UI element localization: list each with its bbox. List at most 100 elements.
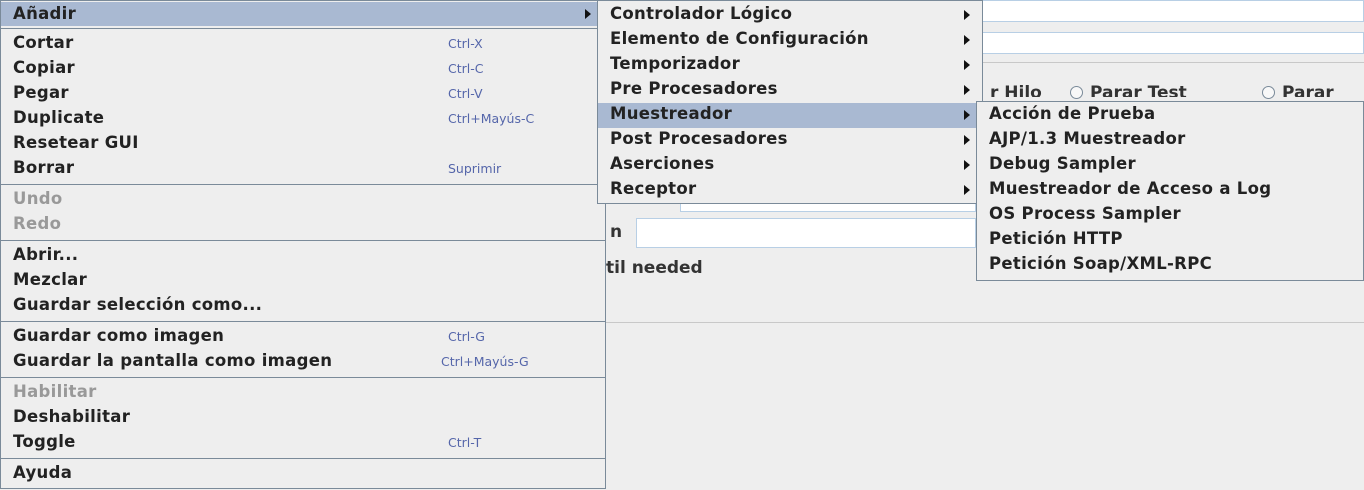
stop-now-radio[interactable] [1262,86,1275,99]
menu-item-label: Guardar selección como... [13,295,263,314]
menu-item-deshabilitar[interactable]: Deshabilitar [1,407,605,432]
panel-divider [980,62,1364,63]
menu-item-label: Resetear GUI [13,133,139,152]
menu-item-accelerator: Ctrl-T [448,435,482,450]
submenu-item-post-procesadores[interactable]: Post Procesadores [598,129,982,154]
submenu-item-pre-procesadores[interactable]: Pre Procesadores [598,79,982,104]
menu-item-accelerator: Ctrl-X [448,36,483,51]
menu-item-accelerator: Ctrl+Mayús-C [448,111,535,126]
menu-item-label: Guardar como imagen [13,326,225,345]
menu-item-cortar[interactable]: Cortar Ctrl-X [1,33,605,58]
menu-item-label: Añadir [13,4,77,23]
menu-item-label: Guardar la pantalla como imagen [13,351,333,370]
submenu-item-label: Muestreador [610,104,733,123]
menu-item-ayuda[interactable]: Ayuda [1,463,605,488]
submenu-arrow-icon [964,10,970,20]
sampler-item-label: Muestreador de Acceso a Log [989,179,1272,198]
menu-item-toggle[interactable]: Toggle Ctrl-T [1,432,605,457]
submenu-arrow-icon [964,185,970,195]
menu-item-guardar-pantalla[interactable]: Guardar la pantalla como imagen Ctrl+May… [1,351,605,376]
submenu-item-label: Aserciones [610,154,715,173]
menu-item-guardar-seleccion[interactable]: Guardar selección como... [1,295,605,320]
comments-field[interactable] [980,32,1364,54]
submenu-item-label: Controlador Lógico [610,4,793,23]
menu-item-accelerator: Ctrl+Mayús-G [441,354,529,369]
submenu-item-controlador-logico[interactable]: Controlador Lógico [598,4,982,29]
menu-item-duplicate[interactable]: Duplicate Ctrl+Mayús-C [1,108,605,133]
menu-item-label: Deshabilitar [13,407,131,426]
field-label-fragment: n [610,222,623,242]
menu-item-label: Borrar [13,158,75,177]
menu-item-label: Abrir... [13,245,79,264]
sampler-item-debug[interactable]: Debug Sampler [977,154,1363,179]
submenu-item-aserciones[interactable]: Aserciones [598,154,982,179]
submenu-arrow-icon [585,9,591,19]
sampler-item-os-process[interactable]: OS Process Sampler [977,204,1363,229]
sampler-item-peticion-http[interactable]: Petición HTTP [977,229,1363,254]
submenu-item-label: Pre Procesadores [610,79,778,98]
menu-item-label: Duplicate [13,108,105,127]
menu-item-accelerator: Ctrl-V [448,86,483,101]
menu-separator [1,321,605,322]
submenu-item-muestreador[interactable]: Muestreador [598,103,982,128]
sampler-item-ajp[interactable]: AJP/1.3 Muestreador [977,129,1363,154]
submenu-item-temporizador[interactable]: Temporizador [598,54,982,79]
menu-item-label: Habilitar [13,382,97,401]
bottom-divider [606,322,1364,323]
submenu-item-label: Receptor [610,179,697,198]
menu-item-redo: Redo [1,214,605,239]
menu-item-copiar[interactable]: Copiar Ctrl-C [1,58,605,83]
sampler-item-label: Petición Soap/XML-RPC [989,254,1212,273]
menu-separator [1,240,605,241]
submenu-item-label: Temporizador [610,54,741,73]
menu-item-accelerator: Ctrl-G [448,329,485,344]
submenu-arrow-icon [964,160,970,170]
submenu-item-label: Post Procesadores [610,129,788,148]
menu-separator [1,458,605,459]
menu-item-anadir[interactable]: Añadir [1,2,605,26]
menu-item-habilitar: Habilitar [1,382,605,407]
menu-separator [1,184,605,185]
sampler-item-acceso-log[interactable]: Muestreador de Acceso a Log [977,179,1363,204]
menu-item-label: Undo [13,189,63,208]
sampler-item-label: AJP/1.3 Muestreador [989,129,1186,148]
stop-test-radio[interactable] [1070,86,1083,99]
menu-item-mezclar[interactable]: Mezclar [1,270,605,295]
menu-item-label: Redo [13,214,62,233]
sampler-item-peticion-soap[interactable]: Petición Soap/XML-RPC [977,254,1363,279]
stop-test-label: Parar Test [1090,83,1187,103]
submenu-arrow-icon [964,110,970,120]
sampler-submenu: Acción de Prueba AJP/1.3 Muestreador Deb… [976,101,1364,281]
duration-field[interactable] [636,218,976,248]
context-menu: Añadir Cortar Ctrl-X Copiar Ctrl-C Pegar… [0,0,606,489]
menu-item-undo: Undo [1,189,605,214]
sampler-item-label: Petición HTTP [989,229,1123,248]
menu-item-label: Cortar [13,33,74,52]
menu-separator [1,28,605,29]
menu-item-borrar[interactable]: Borrar Suprimir [1,158,605,183]
menu-item-accelerator: Suprimir [448,161,502,176]
submenu-item-receptor[interactable]: Receptor [598,179,982,203]
thread-action-text: r Hilo [990,83,1042,103]
menu-item-label: Toggle [13,432,76,451]
loop-needed-text: til needed [606,258,703,278]
menu-item-resetear-gui[interactable]: Resetear GUI [1,133,605,158]
menu-item-accelerator: Ctrl-C [448,61,484,76]
sampler-item-accion-prueba[interactable]: Acción de Prueba [977,104,1363,129]
sampler-item-label: Debug Sampler [989,154,1136,173]
menu-item-label: Copiar [13,58,75,77]
submenu-item-elemento-configuracion[interactable]: Elemento de Configuración [598,29,982,54]
submenu-item-label: Elemento de Configuración [610,29,869,48]
add-submenu: Controlador Lógico Elemento de Configura… [597,0,983,204]
menu-item-label: Pegar [13,83,69,102]
sampler-item-label: Acción de Prueba [989,104,1156,123]
menu-item-pegar[interactable]: Pegar Ctrl-V [1,83,605,108]
menu-item-guardar-imagen[interactable]: Guardar como imagen Ctrl-G [1,326,605,351]
name-field[interactable] [980,0,1364,22]
sampler-item-label: OS Process Sampler [989,204,1181,223]
menu-item-abrir[interactable]: Abrir... [1,245,605,270]
stop-now-label: Parar [1282,83,1334,103]
submenu-arrow-icon [964,35,970,45]
menu-item-label: Ayuda [13,463,73,482]
submenu-arrow-icon [964,85,970,95]
